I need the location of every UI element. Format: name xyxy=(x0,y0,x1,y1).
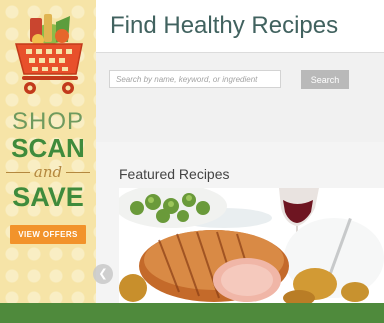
search-input[interactable] xyxy=(109,70,281,88)
promo-and-row: and xyxy=(6,162,90,182)
promo-shop-text: SHOP xyxy=(11,108,84,135)
divider xyxy=(6,171,30,173)
promo-and-text: and xyxy=(33,163,63,181)
featured-recipes-heading: Featured Recipes xyxy=(119,166,230,182)
search-button[interactable]: Search xyxy=(301,70,349,89)
shop-scan-save-banner[interactable]: SHOP SCAN and SAVE VIEW OFFERS xyxy=(0,0,97,303)
page: SHOP SCAN and SAVE VIEW OFFERS Find Heal… xyxy=(0,0,384,323)
chevron-left-icon: ❮ xyxy=(98,267,108,280)
promo-save-text: SAVE xyxy=(12,182,84,212)
shopping-cart-icon xyxy=(15,14,83,94)
page-title: Find Healthy Recipes xyxy=(110,12,339,39)
view-offers-button[interactable]: VIEW OFFERS xyxy=(10,225,86,244)
carousel-prev-button[interactable]: ❮ xyxy=(93,264,113,284)
search-section: Search xyxy=(96,52,384,143)
featured-recipe-image[interactable] xyxy=(119,188,384,303)
divider xyxy=(66,171,90,173)
featured-recipes-section: Featured Recipes xyxy=(96,142,384,303)
footer-bar xyxy=(0,303,384,323)
promo-scan-text: SCAN xyxy=(11,133,85,163)
header: Find Healthy Recipes xyxy=(96,0,384,52)
